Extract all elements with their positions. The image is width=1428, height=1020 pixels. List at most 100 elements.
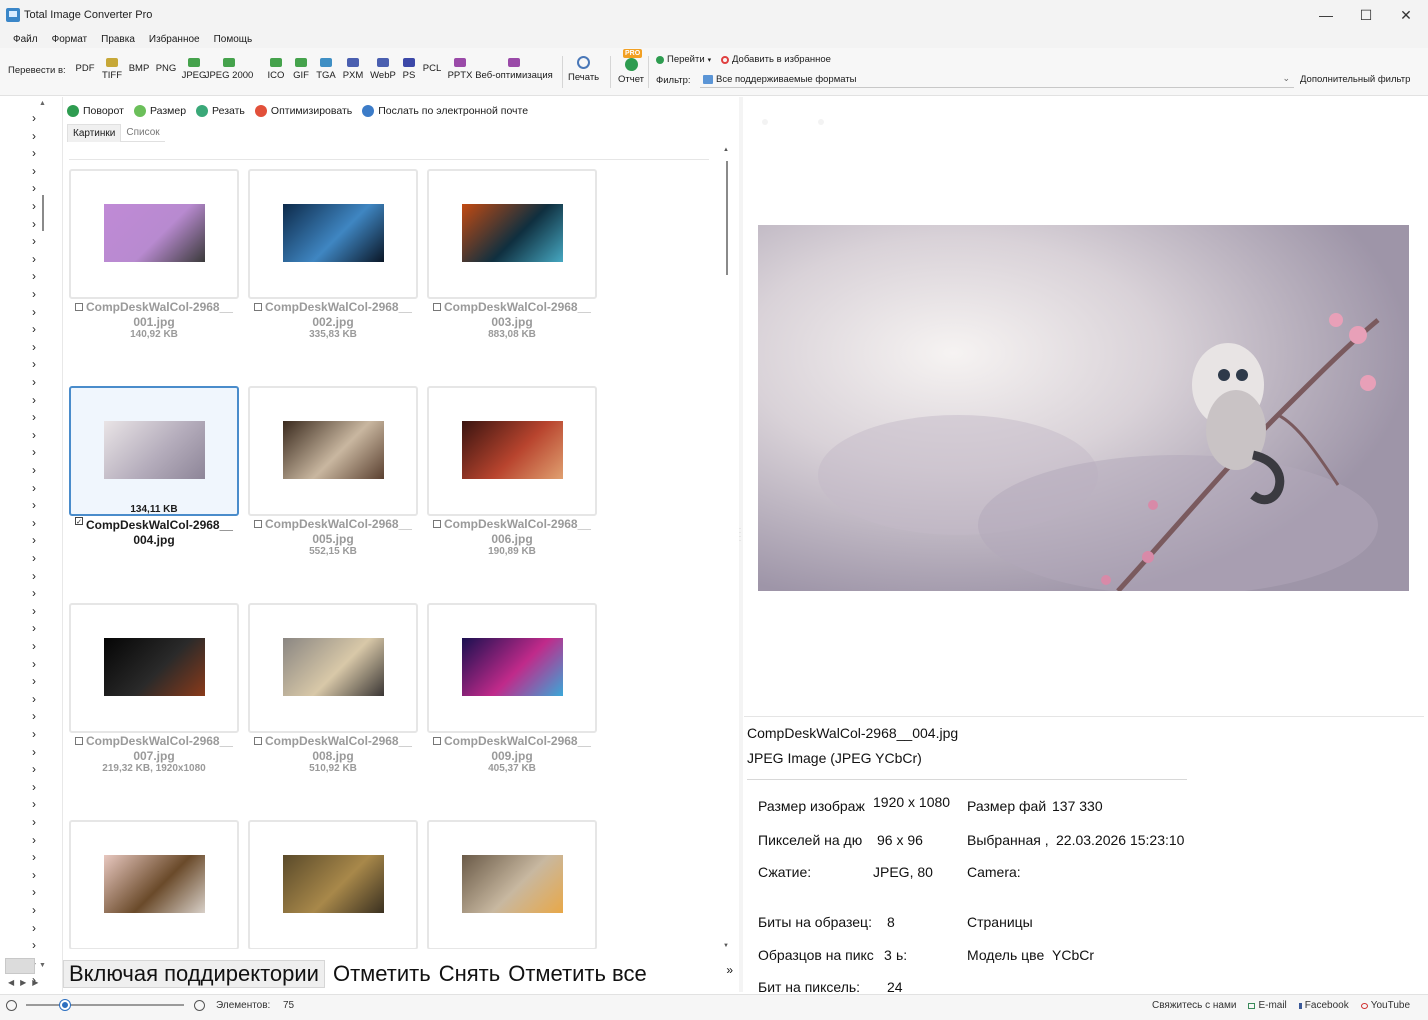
print-button[interactable]: Печать: [568, 54, 599, 83]
tree-expand-icon[interactable]: ›: [32, 850, 36, 864]
goto-menu-button[interactable]: Перейти ▾: [656, 54, 711, 65]
tree-expand-icon[interactable]: ›: [32, 252, 36, 266]
thumbnail-checkbox[interactable]: [433, 737, 442, 745]
convert-format-button[interactable]: PXM: [336, 54, 370, 90]
tree-expand-icon[interactable]: ›: [32, 657, 36, 671]
tree-expand-icon[interactable]: ›: [32, 921, 36, 935]
facebook-link[interactable]: Facebook: [1298, 1000, 1349, 1011]
thumbnail-card[interactable]: [427, 820, 597, 949]
menu-help[interactable]: Помощь: [207, 34, 260, 45]
convert-format-button[interactable]: PPTX: [443, 54, 477, 90]
more-icon[interactable]: »: [726, 963, 733, 977]
thumbnail-checkbox[interactable]: [433, 303, 442, 311]
tree-expand-icon[interactable]: ›: [32, 780, 36, 794]
thumbnail-item[interactable]: CompDeskWalCol-2968__ 006.jpg 190,89 KB: [427, 386, 597, 586]
tree-expand-icon[interactable]: ›: [32, 445, 36, 459]
thumbnail-card[interactable]: [69, 820, 239, 949]
tree-expand-icon[interactable]: ›: [32, 129, 36, 143]
tree-expand-icon[interactable]: ›: [32, 322, 36, 336]
mark-all-button[interactable]: Отметить все: [508, 961, 647, 987]
tree-expand-icon[interactable]: ›: [32, 164, 36, 178]
preview-control[interactable]: [818, 119, 824, 125]
thumbnail-checkbox[interactable]: [75, 517, 84, 525]
contact-link[interactable]: Свяжитесь с нами: [1152, 1000, 1236, 1011]
tree-expand-icon[interactable]: ›: [32, 516, 36, 530]
tree-nav-arrows[interactable]: ◀▶▶: [8, 978, 44, 987]
zoom-slider[interactable]: [26, 1000, 184, 1010]
thumbnail-card[interactable]: 134,11 KB: [69, 386, 239, 516]
tree-expand-icon[interactable]: ›: [32, 428, 36, 442]
tree-expand-icon[interactable]: ›: [32, 674, 36, 688]
filter-dropdown[interactable]: Все поддерживаемые форматы ⌄: [700, 71, 1294, 88]
zoom-slider-knob[interactable]: [60, 1000, 70, 1010]
convert-format-button[interactable]: JPEG 2000: [205, 54, 253, 90]
thumbnail-item[interactable]: CompDeskWalCol-2968__ 005.jpg 552,15 KB: [248, 386, 418, 586]
thumbnail-item[interactable]: CompDeskWalCol-2968__ 009.jpg 405,37 KB: [427, 603, 597, 803]
youtube-link[interactable]: YouTube: [1360, 1000, 1410, 1011]
tree-expand-icon[interactable]: ›: [32, 269, 36, 283]
tree-expand-icon[interactable]: ›: [32, 885, 36, 899]
report-button[interactable]: Отчет: [618, 54, 644, 85]
thumbnail-card[interactable]: [427, 386, 597, 516]
thumbnail-card[interactable]: [69, 169, 239, 299]
tree-expand-icon[interactable]: ›: [32, 393, 36, 407]
include-subdirs-button[interactable]: Включая поддиректории: [63, 960, 325, 988]
thumbnail-item[interactable]: CompDeskWalCol-2968__010.jpg: [69, 820, 239, 949]
thumbnail-item[interactable]: CompDeskWalCol-2968__ 007.jpg 219,32 KB, 1…: [69, 603, 239, 803]
tree-expand-icon[interactable]: ›: [32, 410, 36, 424]
thumbnail-checkbox[interactable]: [254, 737, 263, 745]
tree-expand-icon[interactable]: ›: [32, 938, 36, 952]
thumbnail-item[interactable]: CompDeskWalCol-2968__ 002.jpg 335,83 KB: [248, 169, 418, 369]
tree-expand-icon[interactable]: ›: [32, 604, 36, 618]
optimize-button[interactable]: Оптимизировать: [254, 105, 352, 117]
grid-scrollbar[interactable]: ▲ ▼: [723, 147, 731, 957]
email-button[interactable]: Послать по электронной почте: [362, 105, 528, 117]
menu-favorites[interactable]: Избранное: [142, 34, 207, 45]
tree-expand-icon[interactable]: ›: [32, 569, 36, 583]
thumbnail-card[interactable]: [248, 386, 418, 516]
tree-expand-icon[interactable]: ›: [32, 287, 36, 301]
grid-scrollbar-thumb[interactable]: [726, 161, 728, 275]
mark-button[interactable]: Отметить: [333, 961, 431, 987]
tree-expand-icon[interactable]: ›: [32, 375, 36, 389]
thumbnail-card[interactable]: [69, 603, 239, 733]
thumbnail-checkbox[interactable]: [433, 520, 442, 528]
tree-expand-icon[interactable]: ›: [32, 692, 36, 706]
tree-expand-icon[interactable]: ›: [32, 868, 36, 882]
thumbnail-card[interactable]: [427, 603, 597, 733]
advanced-filter-button[interactable]: Дополнительный фильтр: [1300, 74, 1410, 85]
email-link[interactable]: E-mail: [1248, 1000, 1287, 1011]
preview-control[interactable]: [762, 119, 768, 125]
menu-edit[interactable]: Правка: [94, 34, 142, 45]
zoom-out-icon[interactable]: [194, 1000, 205, 1011]
scroll-up-icon[interactable]: ▲: [723, 147, 729, 153]
tree-expand-icon[interactable]: ›: [32, 639, 36, 653]
tree-expand-icon[interactable]: ›: [32, 234, 36, 248]
tree-expand-icon[interactable]: ›: [32, 745, 36, 759]
thumbnail-checkbox[interactable]: [75, 303, 84, 311]
tree-expand-icon[interactable]: ›: [32, 762, 36, 776]
tree-horizontal-scrollbar[interactable]: [5, 958, 35, 974]
maximize-button[interactable]: ☐: [1346, 0, 1386, 30]
minimize-button[interactable]: —: [1306, 0, 1346, 30]
convert-format-button[interactable]: Веб-оптимизация: [474, 54, 554, 90]
panel-splitter[interactable]: · · · ·: [739, 97, 743, 992]
thumbnail-checkbox[interactable]: [254, 303, 263, 311]
tab-pictures[interactable]: Картинки: [67, 124, 122, 142]
thumbnail-card[interactable]: [248, 820, 418, 949]
thumbnail-checkbox[interactable]: [75, 737, 84, 745]
scroll-up-icon[interactable]: ▲: [39, 100, 46, 107]
tree-expand-icon[interactable]: ›: [32, 463, 36, 477]
thumbnail-card[interactable]: [248, 603, 418, 733]
tree-expand-icon[interactable]: ›: [32, 481, 36, 495]
zoom-in-icon[interactable]: [6, 1000, 17, 1011]
tree-expand-icon[interactable]: ›: [32, 551, 36, 565]
tree-expand-icon[interactable]: ›: [32, 903, 36, 917]
tree-scrollbar[interactable]: [40, 100, 46, 960]
folder-tree[interactable]: › › › › › › › › › › › › › › › › › › › › › › › › › › › › › › › › › › › › › › › ›…: [0, 97, 60, 992]
scroll-down-icon[interactable]: ▼: [723, 943, 729, 949]
menu-file[interactable]: Файл: [6, 34, 45, 45]
thumbnail-card[interactable]: [248, 169, 418, 299]
tree-expand-icon[interactable]: ›: [32, 146, 36, 160]
tree-expand-icon[interactable]: ›: [32, 533, 36, 547]
